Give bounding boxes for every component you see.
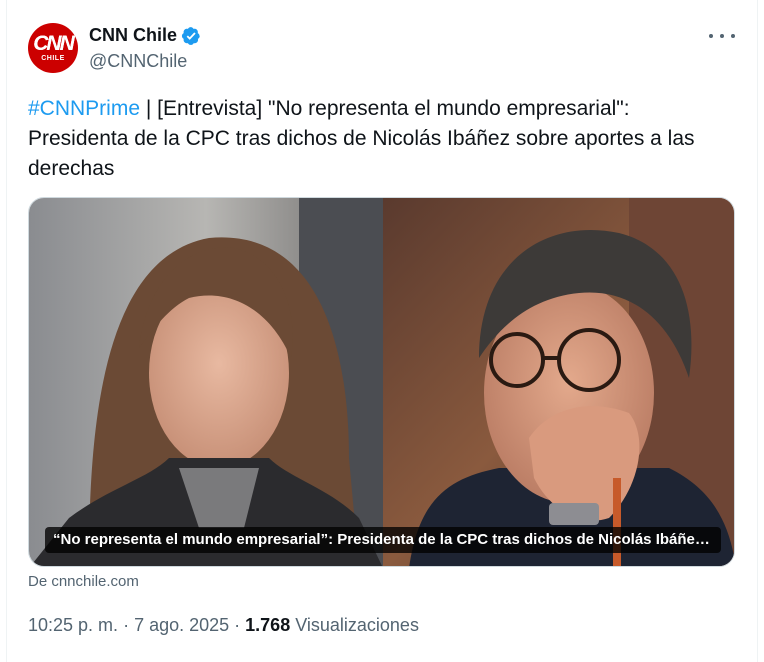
views-label: Visualizaciones — [290, 615, 419, 635]
avatar-logo-subtext: CHILE — [41, 54, 65, 62]
link-card-caption[interactable]: “No representa el mundo empresarial”: Pr… — [45, 527, 721, 553]
tweet-card: CNN CHILE CNN Chile @CNNChile #CNNPrime … — [6, 0, 758, 662]
avatar[interactable]: CNN CHILE — [28, 23, 78, 73]
meta-separator: · — [118, 615, 135, 635]
link-card-source[interactable]: De cnnchile.com — [28, 573, 139, 590]
more-options-icon[interactable] — [709, 26, 735, 46]
hashtag-link[interactable]: #CNNPrime — [28, 97, 140, 120]
tweet-meta: 10:25 p. m. · 7 ago. 2025 · 1.768 Visual… — [28, 615, 419, 636]
author-display-name[interactable]: CNN Chile — [89, 25, 201, 46]
views-count: 1.768 — [245, 615, 291, 635]
tweet-text: #CNNPrime | [Entrevista] "No representa … — [28, 94, 728, 184]
tweet-time[interactable]: 10:25 p. m. — [28, 615, 118, 635]
link-card-media[interactable]: “No representa el mundo empresarial”: Pr… — [28, 197, 735, 567]
meta-separator-2: · — [229, 615, 246, 635]
verified-badge-icon — [181, 26, 200, 45]
author-name-text: CNN Chile — [89, 25, 178, 45]
media-photo — [29, 198, 734, 566]
avatar-logo-text: CNN — [33, 31, 74, 55]
author-handle[interactable]: @CNNChile — [89, 51, 187, 72]
tweet-date[interactable]: 7 ago. 2025 — [134, 615, 229, 635]
